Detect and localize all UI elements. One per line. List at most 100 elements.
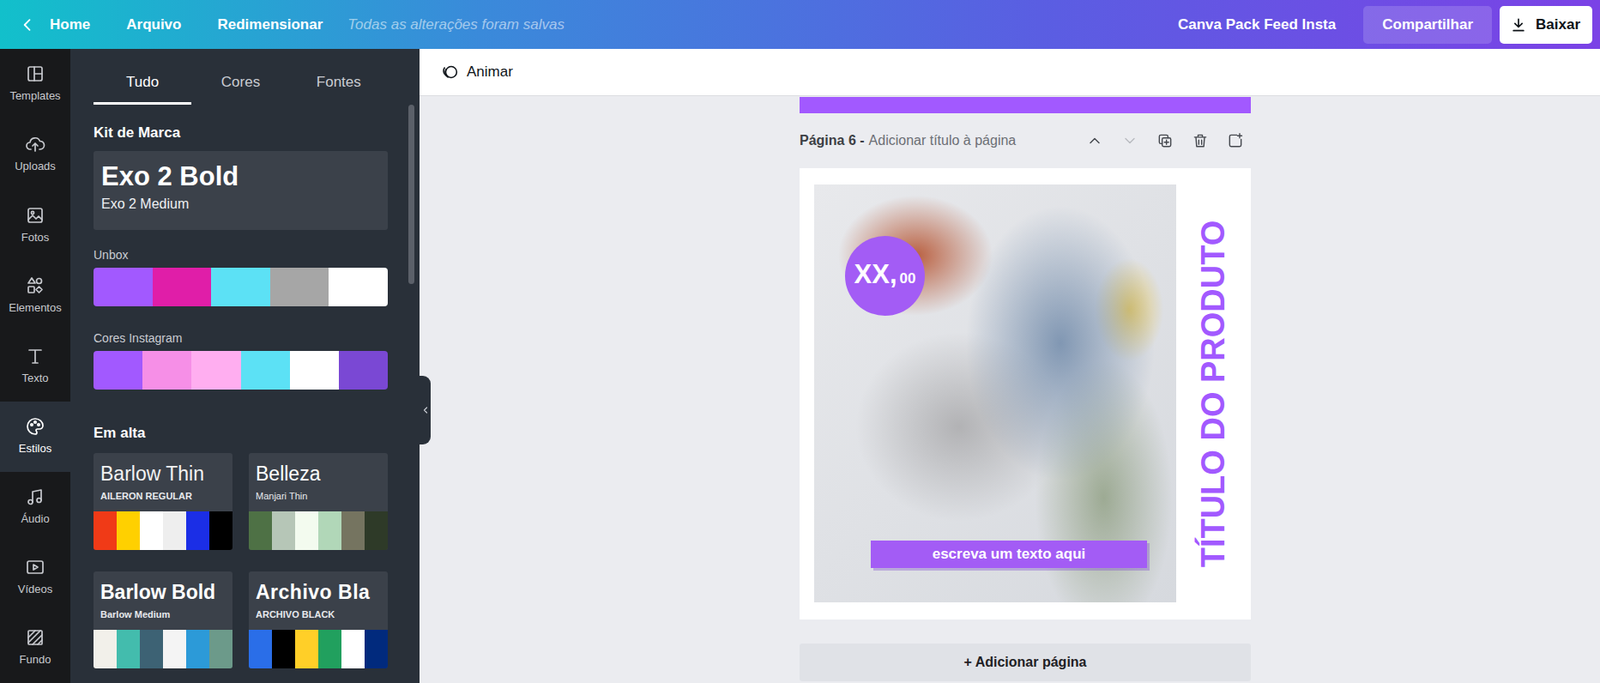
animate-button[interactable]: Animar — [439, 57, 515, 87]
panel-tab[interactable]: Tudo — [93, 48, 192, 105]
color-swatch[interactable] — [116, 511, 140, 550]
color-swatch[interactable] — [209, 629, 233, 669]
color-swatch[interactable] — [271, 629, 296, 669]
design-page[interactable]: XX,00 escreva um texto aqui TÍTULO DO PROD… — [799, 168, 1251, 620]
color-swatch[interactable] — [295, 511, 319, 550]
color-swatch[interactable] — [93, 629, 117, 669]
style-card[interactable]: BellezaManjari Thin — [248, 452, 388, 550]
animate-icon — [440, 62, 460, 82]
style-card[interactable]: Barlow BoldBarlow Medium — [93, 571, 233, 669]
rail-item[interactable]: Texto — [0, 330, 71, 401]
page-control[interactable] — [1156, 132, 1174, 150]
color-swatch[interactable] — [289, 350, 339, 390]
rail-item[interactable]: Estilos — [0, 401, 71, 472]
page-control[interactable] — [1226, 132, 1244, 150]
collapse-panel-handle[interactable] — [419, 375, 431, 445]
palette-name: Unbox — [93, 247, 388, 263]
color-swatch[interactable] — [116, 629, 140, 669]
color-swatch[interactable] — [318, 629, 342, 669]
page-header: Página 6 -Adicionar título à página — [799, 113, 1251, 169]
rail-item[interactable]: Uploads — [0, 119, 71, 190]
caption-box[interactable]: escreva um texto aqui — [870, 540, 1148, 568]
color-swatch[interactable] — [248, 629, 272, 669]
style-heading-font: Archivo Bla — [255, 579, 381, 604]
rail-item[interactable]: Fundo — [0, 612, 71, 683]
move-down-icon — [1121, 132, 1139, 150]
panel-scrollbar[interactable] — [408, 104, 415, 683]
rail-item[interactable]: Templates — [0, 48, 71, 120]
video-icon — [24, 556, 46, 578]
download-icon — [1509, 16, 1528, 34]
color-swatch[interactable] — [295, 629, 319, 669]
menu-item[interactable]: Arquivo — [126, 8, 182, 42]
brand-palette — [93, 267, 388, 307]
color-swatch[interactable] — [186, 511, 210, 550]
color-swatch[interactable] — [93, 350, 143, 390]
color-swatch[interactable] — [341, 511, 365, 550]
color-swatch[interactable] — [186, 629, 210, 669]
palette-icon — [24, 416, 46, 437]
style-card[interactable]: Archivo Bla ARCHIVO BLACK — [248, 571, 388, 669]
color-swatch[interactable] — [152, 267, 212, 307]
back-chevron-icon — [18, 16, 37, 34]
color-swatch[interactable] — [364, 511, 388, 550]
download-button[interactable]: Baixar — [1499, 6, 1593, 44]
color-swatch[interactable] — [241, 350, 290, 390]
add-page-button[interactable]: + Adicionar página — [799, 643, 1251, 682]
style-card-fonts: Barlow Thin AILERON REGULAR — [93, 452, 233, 512]
panel-tab[interactable]: Cores — [191, 48, 290, 105]
color-swatch[interactable] — [271, 511, 296, 550]
rail-item[interactable]: Áudio — [0, 471, 71, 543]
music-note-icon — [24, 486, 46, 508]
color-swatch[interactable] — [142, 350, 192, 390]
canvas-area: Animar Página 6 -Adicionar título à págin… — [419, 48, 1600, 683]
color-swatch[interactable] — [163, 511, 187, 550]
color-swatch[interactable] — [93, 511, 117, 550]
color-swatch[interactable] — [139, 629, 164, 669]
background-pattern-icon — [24, 627, 46, 648]
color-swatch[interactable] — [270, 267, 330, 307]
color-swatch[interactable] — [341, 629, 365, 669]
color-swatch[interactable] — [318, 511, 342, 550]
panel-tab[interactable]: Fontes — [289, 48, 388, 105]
animate-label: Animar — [466, 60, 514, 84]
brand-font-card[interactable]: Exo 2 BoldExo 2 Medium — [93, 150, 388, 230]
share-button[interactable]: Compartilhar — [1363, 6, 1492, 44]
color-swatch[interactable] — [364, 629, 388, 669]
price-cents: 00 — [899, 270, 917, 288]
menu-item[interactable]: Redimensionar — [217, 8, 323, 42]
color-swatch[interactable] — [93, 267, 153, 307]
style-card[interactable]: Barlow Thin AILERON REGULAR — [93, 452, 233, 550]
color-swatch[interactable] — [209, 511, 233, 550]
templates-icon — [24, 63, 46, 85]
rail-item[interactable]: Elementos — [0, 259, 71, 331]
page-control[interactable] — [1191, 132, 1209, 150]
trending-heading: Em alta — [93, 423, 388, 443]
style-palette — [93, 629, 233, 669]
rail-item[interactable]: Fotos — [0, 189, 71, 260]
home-button[interactable]: Home — [18, 8, 91, 42]
color-swatch[interactable] — [248, 511, 272, 550]
style-body-font: AILERON REGULAR — [100, 489, 226, 502]
color-swatch[interactable] — [163, 629, 187, 669]
panel-scroll-thumb[interactable] — [408, 104, 415, 284]
design-title[interactable]: Canva Pack Feed Insta — [1177, 13, 1336, 37]
top-bar-right: Canva Pack Feed Insta CompartilharBaixar — [1177, 6, 1593, 44]
style-heading-font: Belleza — [255, 461, 381, 486]
color-swatch[interactable] — [211, 267, 271, 307]
previous-page[interactable] — [799, 96, 1251, 114]
color-swatch[interactable] — [328, 267, 388, 307]
product-photo[interactable]: XX,00 escreva um texto aqui — [814, 184, 1177, 603]
style-body-font: ARCHIVO BLACK — [255, 608, 381, 621]
style-heading-font: Barlow Thin — [100, 461, 226, 486]
text-icon — [24, 345, 46, 367]
page-title-field[interactable]: Adicionar título à página — [869, 130, 1017, 151]
color-swatch[interactable] — [338, 350, 388, 390]
product-title[interactable]: TÍTULO DO PRODUTO — [1195, 219, 1233, 568]
shapes-icon — [24, 275, 46, 296]
price-badge[interactable]: XX,00 — [845, 235, 925, 316]
rail-item[interactable]: Vídeos — [0, 542, 71, 613]
page-control[interactable] — [1086, 132, 1104, 150]
color-swatch[interactable] — [191, 350, 241, 390]
color-swatch[interactable] — [139, 511, 164, 550]
